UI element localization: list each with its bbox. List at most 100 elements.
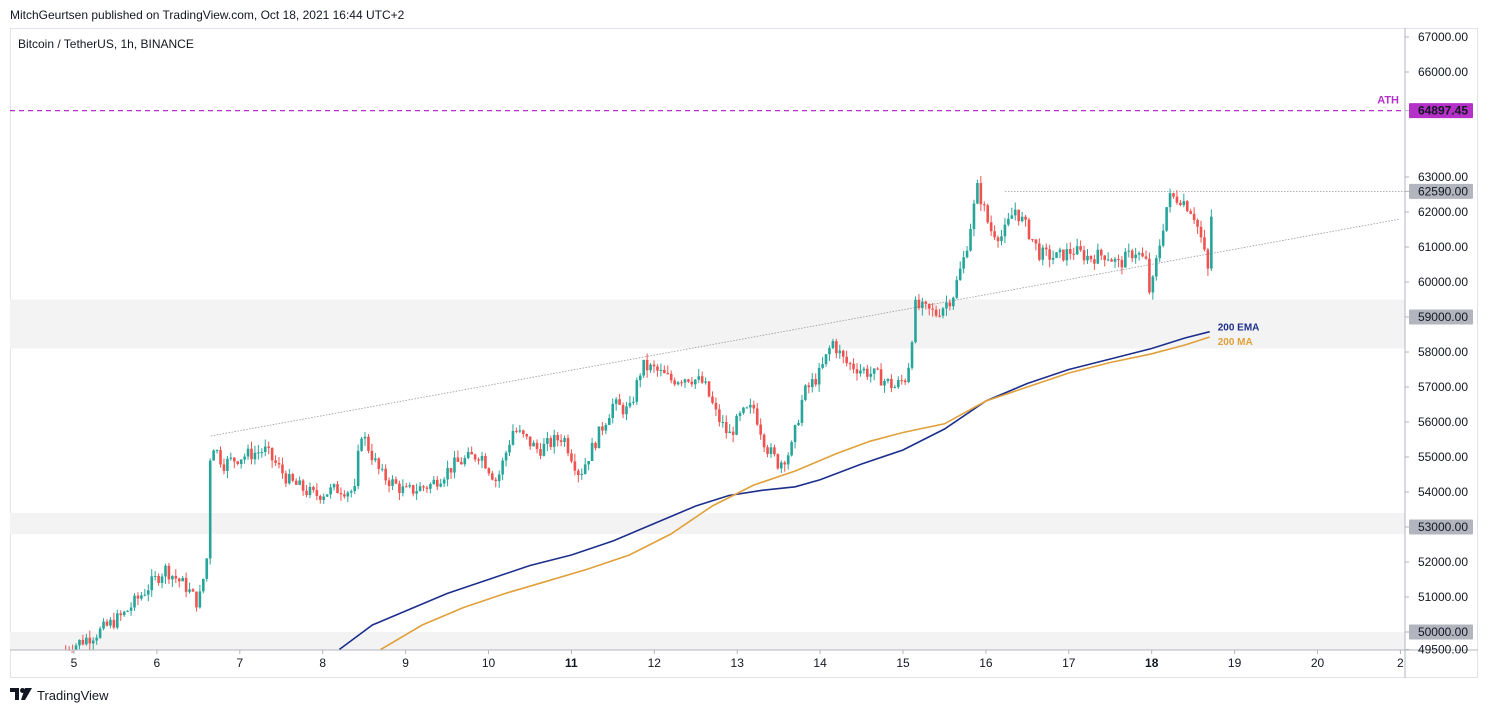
candle-body [1199, 226, 1203, 238]
candle-body [1124, 251, 1127, 268]
candle-body [676, 382, 680, 385]
candle [800, 394, 804, 427]
candle-body [597, 426, 601, 449]
candle [1000, 229, 1003, 246]
candle [1155, 255, 1158, 281]
candle-body [986, 205, 990, 223]
candle [1013, 202, 1017, 221]
candle [301, 479, 305, 496]
candle [1065, 243, 1069, 266]
candle-body [793, 425, 797, 443]
candle [198, 584, 202, 609]
candle [835, 338, 838, 359]
footer-brand[interactable]: TradingView [10, 688, 109, 703]
candle-body [927, 303, 931, 309]
candle-body [580, 473, 584, 476]
candle [1075, 238, 1079, 256]
candle-body [1031, 239, 1034, 241]
candle-body [494, 479, 498, 482]
candle-body [663, 369, 666, 374]
candle-body [1165, 207, 1168, 231]
candle [986, 203, 990, 225]
candle [1124, 248, 1127, 268]
candle-body [542, 443, 546, 456]
candle-body [270, 447, 274, 461]
candle [804, 384, 807, 402]
candle-body [924, 301, 928, 304]
candle [102, 618, 105, 631]
candle-body [284, 473, 288, 484]
candle [398, 480, 401, 501]
candle [597, 426, 601, 449]
candle [215, 449, 219, 454]
candle [976, 179, 979, 205]
candle-body [1051, 257, 1055, 260]
candle-body [848, 363, 852, 365]
x-tick-label: 14 [813, 656, 827, 670]
candle-body [470, 451, 473, 455]
candle-body [112, 619, 116, 628]
candle [749, 398, 752, 414]
candle-body [281, 464, 284, 474]
price-chart[interactable]: ATH 200 EMA 200 MA 67000.00 66000.00 64897.… [0, 0, 1488, 714]
candle [642, 359, 645, 379]
candle [160, 573, 164, 589]
candle-body [429, 484, 432, 489]
candle [996, 235, 1000, 248]
candle [363, 432, 367, 446]
candle-body [914, 299, 917, 343]
candle [1079, 240, 1082, 252]
candle [1165, 207, 1168, 232]
candle [594, 441, 597, 451]
candle-body [263, 446, 267, 453]
candle-body [1189, 211, 1193, 214]
candle [109, 617, 112, 629]
candle [1175, 190, 1179, 205]
candle-body [418, 486, 422, 492]
candle [666, 365, 670, 375]
candle [212, 449, 215, 461]
candle [504, 450, 508, 467]
candle-body [425, 487, 429, 489]
candle [157, 573, 160, 586]
candle-body [432, 479, 436, 485]
candle-body [800, 399, 804, 423]
x-tick-label: 16 [979, 656, 993, 670]
candle-body [325, 494, 329, 497]
y-tick-label: 55000.00 [1418, 450, 1468, 464]
candle [291, 472, 295, 483]
candle [989, 215, 993, 236]
candle [645, 353, 649, 378]
candle [394, 476, 398, 485]
candle [614, 396, 618, 411]
y-tick-label: 62000.00 [1418, 205, 1468, 219]
candle-body [1062, 249, 1065, 261]
candle-body [759, 424, 762, 435]
candle [532, 440, 535, 447]
candle [205, 558, 209, 582]
candle [955, 276, 959, 300]
candle [556, 432, 559, 447]
candle-body [143, 594, 147, 596]
candle-body [85, 637, 88, 645]
candle [742, 406, 745, 415]
candle [105, 619, 109, 627]
candle-body [267, 446, 270, 448]
candle-body [164, 565, 167, 577]
candle [356, 444, 360, 490]
candle-body [1103, 255, 1106, 261]
candle [1072, 247, 1076, 261]
candle [232, 456, 236, 469]
candle [663, 365, 666, 374]
candle [724, 415, 728, 439]
candle [1106, 252, 1110, 262]
candle [714, 397, 718, 417]
x-tick-label: 13 [731, 656, 745, 670]
candle-body [150, 576, 154, 591]
candle-body [497, 474, 501, 482]
candle-body [511, 430, 515, 445]
candle [339, 487, 343, 501]
candle [683, 378, 687, 388]
candle [910, 340, 914, 370]
candle [387, 477, 391, 493]
